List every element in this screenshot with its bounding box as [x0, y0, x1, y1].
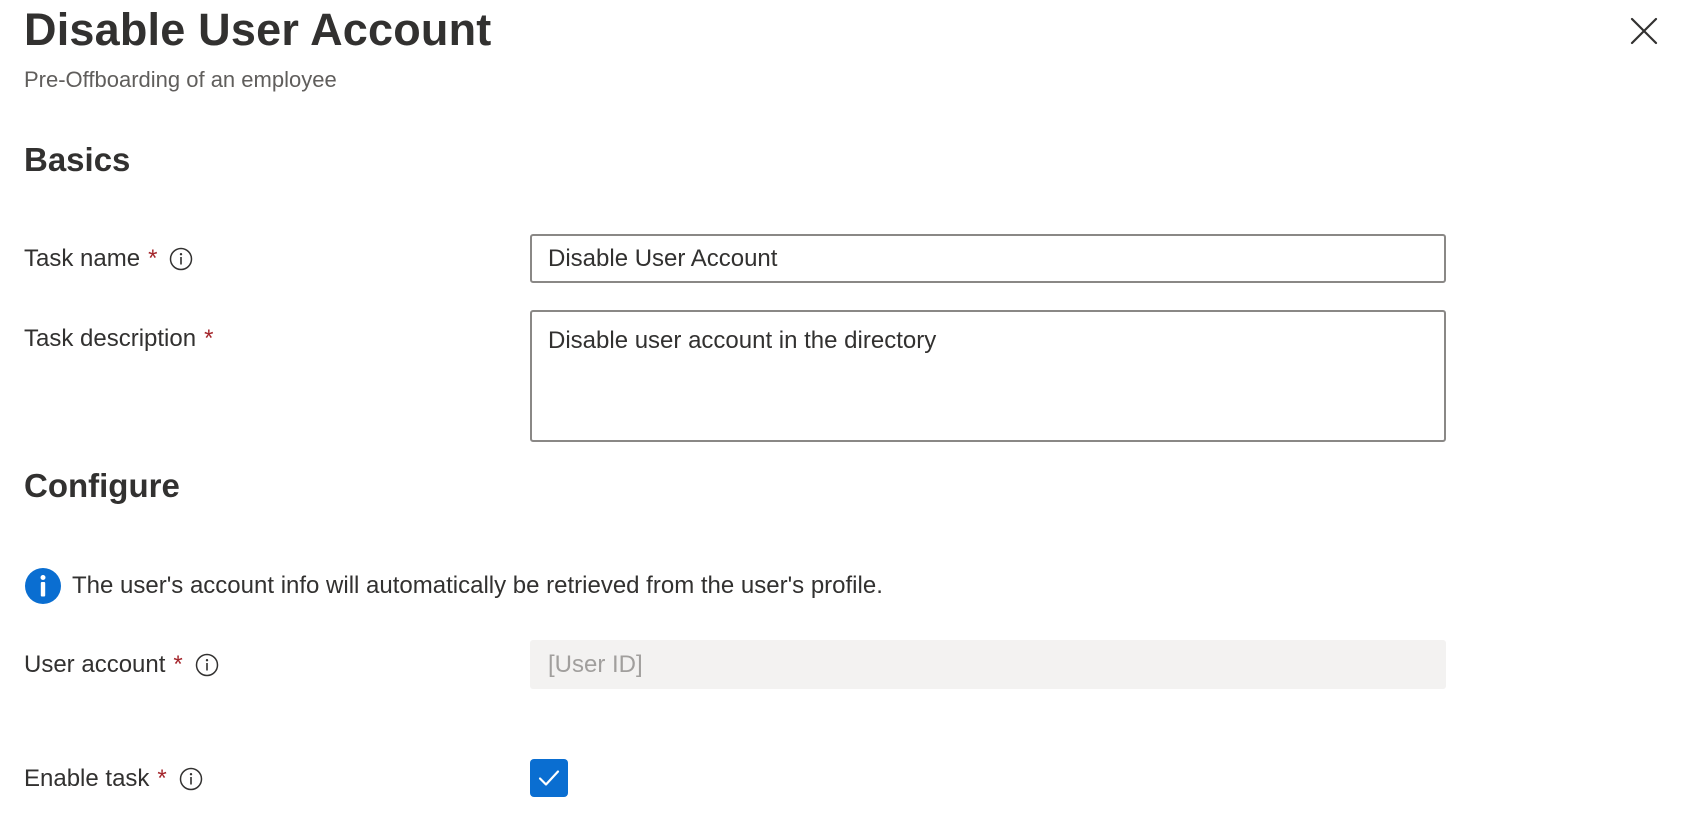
close-icon	[1630, 17, 1658, 45]
section-heading-basics: Basics	[24, 141, 131, 178]
page-title: Disable User Account	[24, 4, 492, 55]
task-name-label: Task name *	[24, 244, 193, 274]
task-description-textarea[interactable]: Disable user account in the directory	[530, 310, 1446, 442]
disable-user-account-panel: Disable User Account Pre-Offboarding of …	[0, 0, 1686, 821]
close-button[interactable]	[1627, 14, 1661, 48]
task-description-label: Task description *	[24, 324, 213, 354]
enable-task-label: Enable task *	[24, 764, 203, 794]
task-name-input[interactable]	[530, 234, 1446, 283]
info-icon[interactable]	[169, 247, 193, 271]
info-icon[interactable]	[179, 767, 203, 791]
info-icon[interactable]	[195, 653, 219, 677]
enable-task-label-text: Enable task	[24, 765, 150, 792]
page-subtitle: Pre-Offboarding of an employee	[24, 67, 337, 92]
required-mark: *	[148, 245, 158, 272]
info-filled-icon	[25, 568, 61, 604]
required-mark: *	[157, 765, 167, 792]
enable-task-checkbox[interactable]	[530, 759, 568, 797]
task-description-label-text: Task description	[24, 325, 197, 352]
section-heading-configure: Configure	[24, 467, 180, 504]
info-message-bar: The user's account info will automatical…	[24, 567, 883, 605]
info-message-text: The user's account info will automatical…	[72, 572, 883, 599]
required-mark: *	[204, 325, 214, 352]
user-account-input: [User ID]	[530, 640, 1446, 689]
task-name-label-text: Task name	[24, 245, 141, 272]
user-account-placeholder: [User ID]	[548, 651, 643, 678]
checkmark-icon	[538, 770, 560, 786]
required-mark: *	[173, 651, 183, 678]
user-account-label-text: User account	[24, 651, 166, 678]
user-account-label: User account *	[24, 650, 219, 680]
